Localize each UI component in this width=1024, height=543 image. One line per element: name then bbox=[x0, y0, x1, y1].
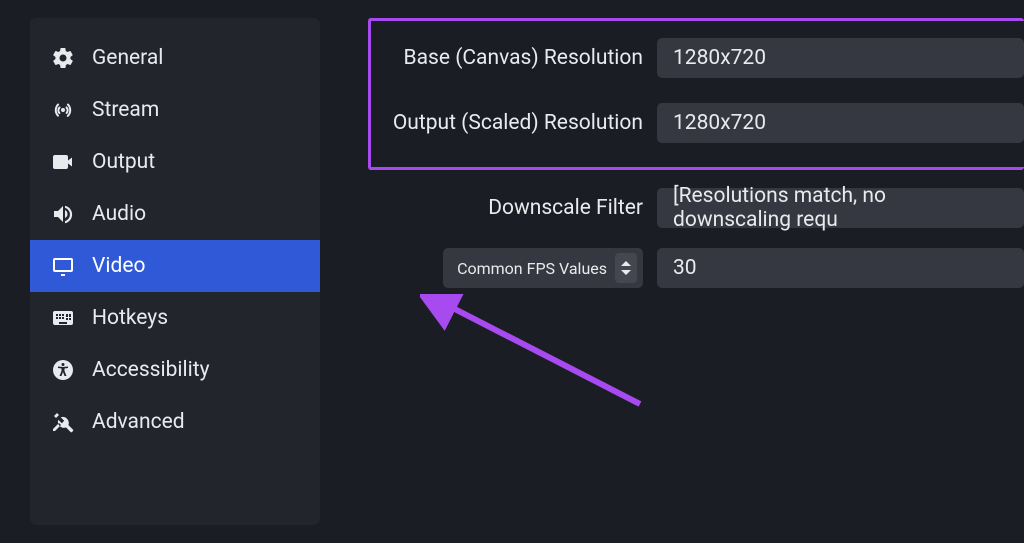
tools-icon bbox=[50, 409, 76, 435]
downscale-filter-select[interactable]: [Resolutions match, no downscaling requ bbox=[657, 188, 1024, 228]
sidebar-item-label: Accessibility bbox=[92, 358, 210, 382]
sidebar-item-stream[interactable]: Stream bbox=[30, 84, 320, 136]
output-resolution-input[interactable]: 1280x720 bbox=[657, 103, 1024, 143]
gear-icon bbox=[50, 45, 76, 71]
monitor-icon bbox=[50, 253, 76, 279]
sidebar-item-label: General bbox=[92, 46, 163, 70]
output-resolution-label: Output (Scaled) Resolution bbox=[368, 111, 643, 135]
fps-mode-select[interactable]: Common FPS Values bbox=[443, 248, 643, 288]
base-resolution-input[interactable]: 1280x720 bbox=[657, 38, 1024, 78]
sidebar-item-label: Hotkeys bbox=[92, 306, 168, 330]
sidebar-item-accessibility[interactable]: Accessibility bbox=[30, 344, 320, 396]
downscale-filter-row: Downscale Filter [Resolutions match, no … bbox=[368, 178, 1024, 238]
sidebar-item-label: Video bbox=[92, 254, 145, 278]
sidebar-item-hotkeys[interactable]: Hotkeys bbox=[30, 292, 320, 344]
video-settings-panel: Base (Canvas) Resolution 1280x720 Output… bbox=[320, 18, 1024, 525]
annotation-arrow-icon bbox=[420, 294, 660, 414]
downscale-filter-label: Downscale Filter bbox=[368, 196, 643, 220]
settings-window: General Stream Output Audio Video bbox=[0, 0, 1024, 543]
sidebar-item-general[interactable]: General bbox=[30, 32, 320, 84]
output-resolution-row: Output (Scaled) Resolution 1280x720 bbox=[368, 88, 1024, 158]
sidebar-item-video[interactable]: Video bbox=[30, 240, 320, 292]
sidebar-item-audio[interactable]: Audio bbox=[30, 188, 320, 240]
sidebar-item-advanced[interactable]: Advanced bbox=[30, 396, 320, 448]
sidebar-item-label: Stream bbox=[92, 98, 159, 122]
antenna-icon bbox=[50, 97, 76, 123]
settings-sidebar: General Stream Output Audio Video bbox=[30, 18, 320, 525]
fps-row: Common FPS Values 30 bbox=[368, 238, 1024, 298]
fps-mode-stepper-icon bbox=[615, 253, 637, 283]
sidebar-item-label: Output bbox=[92, 150, 155, 174]
sidebar-item-output[interactable]: Output bbox=[30, 136, 320, 188]
sidebar-item-label: Audio bbox=[92, 202, 146, 226]
fps-mode-label: Common FPS Values bbox=[457, 259, 607, 278]
sidebar-item-label: Advanced bbox=[92, 410, 185, 434]
fps-value-select[interactable]: 30 bbox=[657, 248, 1024, 288]
keyboard-icon bbox=[50, 305, 76, 331]
base-resolution-label: Base (Canvas) Resolution bbox=[368, 46, 643, 70]
camera-icon bbox=[50, 149, 76, 175]
speaker-icon bbox=[50, 201, 76, 227]
accessibility-icon bbox=[50, 357, 76, 383]
base-resolution-row: Base (Canvas) Resolution 1280x720 bbox=[368, 18, 1024, 88]
